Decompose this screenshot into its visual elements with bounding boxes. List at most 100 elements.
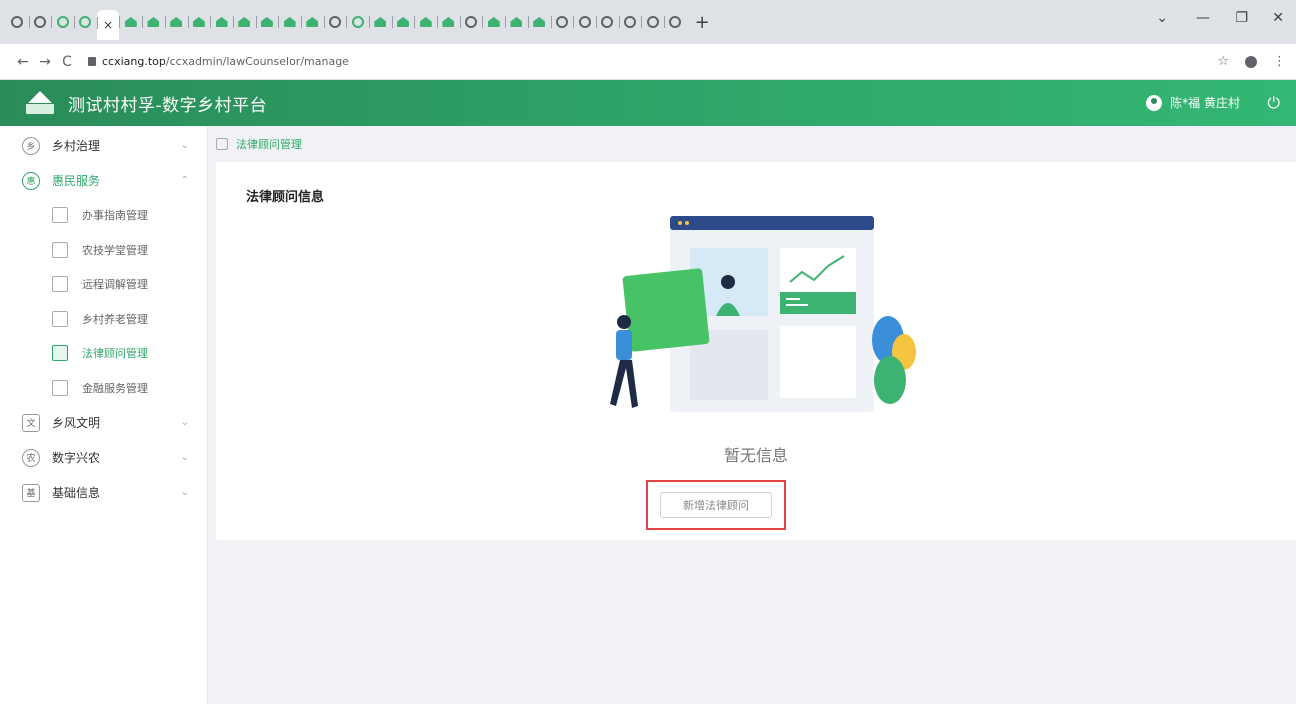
browser-tab[interactable] [459,9,483,35]
browser-tab[interactable] [414,9,437,35]
house-favicon-icon [306,17,319,27]
browser-tab[interactable] [618,9,642,35]
sidebar-subitem-elderly-care[interactable]: 乡村养老管理 [0,302,207,337]
house-favicon-icon [283,17,296,27]
browser-tab[interactable] [210,9,233,35]
chevron-down-icon: ⌄ [180,417,189,428]
sidebar-item-label: 基础信息 [52,486,101,500]
browser-tab[interactable] [74,9,97,35]
back-button[interactable]: ← [12,54,34,70]
page-title: 法律顾问信息 [246,190,325,205]
browser-tab[interactable] [505,9,528,35]
globe-icon [646,16,659,28]
window-titlebar-illustration [670,216,874,230]
url-field[interactable]: ccxiang.top /ccxadmin/lawCounselor/manag… [88,55,349,68]
sidebar-subitem-guide[interactable]: 办事指南管理 [0,198,207,233]
site-favicon-icon [351,16,364,28]
globe-icon [555,16,568,28]
browser-tab[interactable] [164,9,188,35]
browser-tab[interactable] [278,9,301,35]
main-card: 法律顾问信息 暂无信息 新增法律顾问 [216,162,1296,540]
sidebar-item-digital-agri[interactable]: 农 数字兴农 ⌄ [0,440,207,475]
browser-tab[interactable] [28,9,52,35]
browser-tab[interactable] [641,9,664,35]
browser-tab[interactable] [6,9,29,35]
sidebar-subitem-finance[interactable]: 金融服务管理 [0,371,207,406]
house-favicon-icon [397,17,410,27]
browser-tab[interactable] [255,9,279,35]
globe-icon [34,16,47,28]
browser-tab[interactable] [187,9,211,35]
browser-tab[interactable] [573,9,596,35]
restore-button[interactable]: ❐ [1235,10,1248,26]
browser-tab[interactable] [323,9,347,35]
browser-tab[interactable] [391,9,415,35]
info-icon: 基 [22,483,40,502]
sidebar-item-basic-info[interactable]: 基 基础信息 ⌄ [0,475,207,510]
profile-icon[interactable] [1245,56,1257,68]
url-host: ccxiang.top [102,55,166,68]
window-close-button[interactable]: ✕ [1272,10,1284,26]
browser-tab[interactable] [663,9,687,35]
forward-button[interactable]: → [34,54,56,70]
globe-icon [578,16,591,28]
sidebar: 乡 乡村治理 ⌄ 惠 惠民服务 ⌃ 办事指南管理 农技学堂管理 远程调解管理 乡… [0,126,208,704]
avatar [1146,94,1163,111]
browser-tab[interactable] [51,9,74,35]
new-tab-button[interactable]: + [695,12,710,33]
sidebar-item-rural-governance[interactable]: 乡 乡村治理 ⌄ [0,128,207,163]
sidebar-subitem-label: 远程调解管理 [82,278,148,292]
reload-button[interactable]: C [56,54,78,70]
house-favicon-icon [419,17,432,27]
sidebar-item-label: 乡风文明 [52,416,101,430]
globe-icon [465,16,478,28]
address-bar: ← → C ccxiang.top /ccxadmin/lawCounselor… [0,44,1296,80]
sidebar-item-civilization[interactable]: 文 乡风文明 ⌄ [0,405,207,440]
sidebar-subitem-agri-class[interactable]: 农技学堂管理 [0,233,207,268]
user-name: 陈*福 黄庄村 [1170,96,1240,110]
house-favicon-icon [510,17,523,27]
sidebar-item-label: 惠民服务 [52,174,101,188]
globe-icon [669,16,682,28]
browser-tab[interactable] [232,9,256,35]
highlight-box: 新增法律顾问 [646,480,786,530]
browser-tab[interactable] [595,9,619,35]
user-info[interactable]: 陈*福 黄庄村 [1146,94,1240,111]
bookmark-star-icon[interactable]: ☆ [1217,54,1229,69]
document-icon [52,207,68,224]
browser-tab[interactable] [550,9,574,35]
finance-icon [52,379,68,396]
green-card-illustration [622,268,710,352]
chevron-up-icon: ⌃ [180,175,189,186]
empty-state-text: 暂无信息 [723,446,788,465]
sidebar-subitem-mediation[interactable]: 远程调解管理 [0,267,207,302]
gear-icon: 农 [22,448,40,467]
house-favicon-icon [215,17,228,27]
browser-tab[interactable] [527,9,551,35]
browser-tab[interactable] [346,9,369,35]
browser-tab[interactable] [482,9,505,35]
power-icon[interactable]: ⏻ [1267,93,1280,113]
app-header: 测试村村孚-数字乡村平台 陈*福 黄庄村 ⏻ [0,80,1296,126]
man-figure-illustration [617,315,631,329]
browser-tab-active[interactable]: × [96,10,120,40]
sidebar-subitem-legal-counsel[interactable]: 法律顾问管理 [0,336,207,371]
sidebar-subitem-label: 法律顾问管理 [82,347,148,361]
breadcrumb-label[interactable]: 法律顾问管理 [236,136,302,152]
browser-tab[interactable] [369,9,392,35]
tab-search-icon[interactable]: ⌄ [1156,10,1168,26]
browser-tab[interactable] [300,9,324,35]
add-legal-counsel-button[interactable]: 新增法律顾问 [660,492,772,518]
browser-tab[interactable] [437,9,460,35]
classroom-icon [52,241,68,258]
sidebar-item-public-service[interactable]: 惠 惠民服务 ⌃ [0,163,207,198]
browser-menu-icon[interactable]: ⋮ [1273,54,1286,69]
browser-tab[interactable] [119,9,142,35]
governance-icon: 乡 [22,136,40,155]
tab-close-icon[interactable]: × [103,18,113,32]
house-favicon-icon [260,17,273,27]
minimize-button[interactable]: — [1196,10,1210,26]
browser-tab[interactable] [142,9,165,35]
sidebar-subitem-label: 金融服务管理 [82,381,148,395]
globe-icon [623,16,636,28]
